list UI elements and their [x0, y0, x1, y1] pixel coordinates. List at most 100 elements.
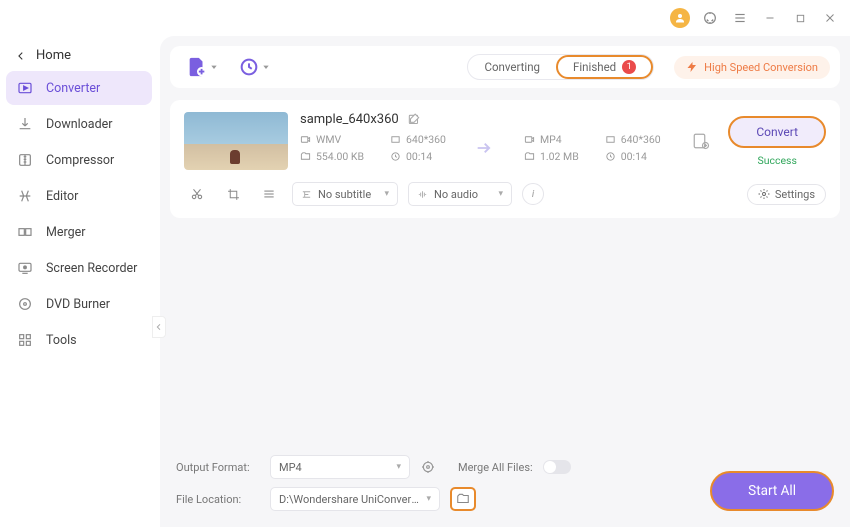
clock-icon: [390, 151, 401, 162]
src-size: 554.00 KB: [316, 150, 364, 163]
edit-filename-icon[interactable]: [407, 113, 421, 127]
bolt-icon: [686, 61, 698, 73]
recorder-icon: [16, 259, 34, 277]
arrow-right-icon: [472, 137, 498, 159]
src-res: 640*360: [406, 133, 446, 146]
subtitle-icon: [301, 189, 312, 200]
sidebar-item-label: Editor: [46, 189, 78, 204]
merger-icon: [16, 223, 34, 241]
folder-icon: [300, 151, 311, 162]
open-folder-button[interactable]: [450, 487, 476, 511]
sidebar-item-label: Converter: [46, 81, 100, 96]
subtitle-value: No subtitle: [318, 188, 371, 201]
compress-icon: [16, 151, 34, 169]
sidebar-item-converter[interactable]: Converter: [6, 71, 152, 105]
output-settings-icon[interactable]: [692, 132, 710, 150]
sidebar-item-label: Downloader: [46, 117, 113, 132]
tab-finished[interactable]: Finished 1: [556, 55, 653, 79]
download-icon: [16, 115, 34, 133]
sidebar-item-label: Tools: [46, 333, 77, 348]
tools-icon: [16, 331, 34, 349]
sidebar-item-label: Screen Recorder: [46, 261, 137, 276]
folder-icon: [524, 151, 535, 162]
file-location-value: D:\Wondershare UniConverter 1: [279, 493, 420, 506]
tab-converting[interactable]: Converting: [468, 56, 556, 78]
output-format-dropdown[interactable]: MP4 ▾: [270, 455, 410, 479]
tab-label: Converting: [484, 60, 540, 74]
high-speed-label: High Speed Conversion: [704, 61, 818, 74]
filename-label: sample_640x360: [300, 112, 399, 127]
footer-bar: Output Format: MP4 ▾ Merge All Files: Fi…: [170, 447, 840, 517]
toolbar: Converting Finished 1 High Speed Convers…: [170, 46, 840, 88]
chevron-down-icon: ▾: [426, 494, 431, 504]
output-format-value: MP4: [279, 461, 302, 474]
audio-value: No audio: [434, 188, 478, 201]
sidebar-item-label: Merger: [46, 225, 86, 240]
sidebar-item-merger[interactable]: Merger: [6, 215, 152, 249]
src-format: WMV: [316, 133, 341, 146]
back-home[interactable]: Home: [6, 42, 152, 69]
resolution-icon: [605, 134, 616, 145]
output-format-label: Output Format:: [176, 461, 260, 474]
add-url-button[interactable]: [232, 52, 276, 82]
chevron-down-icon: ▾: [396, 462, 401, 472]
chevron-down-icon: ▾: [384, 189, 389, 199]
main-panel: Converting Finished 1 High Speed Convers…: [160, 36, 850, 527]
file-location-dropdown[interactable]: D:\Wondershare UniConverter 1 ▾: [270, 487, 440, 511]
chevron-left-icon: [16, 51, 26, 61]
audio-icon: [417, 189, 428, 200]
trim-icon[interactable]: [184, 183, 210, 205]
dst-size: 1.02 MB: [540, 150, 579, 163]
merge-toggle[interactable]: [543, 460, 571, 474]
dvd-icon: [16, 295, 34, 313]
merge-label: Merge All Files:: [458, 461, 533, 474]
high-speed-button[interactable]: High Speed Conversion: [674, 56, 830, 79]
file-card: sample_640x360 WMV 554.00 KB 640*3: [170, 100, 840, 218]
sidebar-item-label: Compressor: [46, 153, 114, 168]
close-icon[interactable]: [820, 8, 840, 28]
dst-res: 640*360: [621, 133, 661, 146]
status-label: Success: [757, 154, 796, 167]
convert-button[interactable]: Convert: [728, 116, 826, 148]
sidebar-item-compressor[interactable]: Compressor: [6, 143, 152, 177]
format-settings-icon[interactable]: [420, 459, 436, 475]
info-icon[interactable]: i: [522, 183, 544, 205]
start-all-button[interactable]: Start All: [710, 471, 834, 511]
add-file-button[interactable]: [180, 52, 224, 82]
menu-icon[interactable]: [730, 8, 750, 28]
tab-label: Finished: [573, 60, 616, 74]
dst-format: MP4: [540, 133, 562, 146]
minimize-icon[interactable]: [760, 8, 780, 28]
chevron-down-icon: ▾: [498, 189, 503, 199]
crop-icon[interactable]: [220, 183, 246, 205]
support-icon[interactable]: [700, 8, 720, 28]
audio-dropdown[interactable]: No audio ▾: [408, 182, 512, 206]
sidebar-item-dvd-burner[interactable]: DVD Burner: [6, 287, 152, 321]
start-all-label: Start All: [748, 483, 796, 499]
finished-count-badge: 1: [622, 60, 636, 74]
sidebar-item-downloader[interactable]: Downloader: [6, 107, 152, 141]
src-duration: 00:14: [406, 150, 432, 163]
file-location-label: File Location:: [176, 493, 260, 506]
subtitle-dropdown[interactable]: No subtitle ▾: [292, 182, 398, 206]
settings-label: Settings: [775, 188, 815, 201]
dst-duration: 00:14: [621, 150, 647, 163]
sidebar-collapse-button[interactable]: [152, 316, 166, 338]
video-thumbnail[interactable]: [184, 112, 288, 170]
editor-icon: [16, 187, 34, 205]
titlebar: [0, 0, 850, 36]
sidebar-item-screen-recorder[interactable]: Screen Recorder: [6, 251, 152, 285]
avatar-icon[interactable]: [670, 8, 690, 28]
back-label: Home: [36, 48, 71, 63]
converter-icon: [16, 79, 34, 97]
sidebar: Home Converter Downloader Compressor Edi…: [0, 36, 160, 527]
sidebar-item-label: DVD Burner: [46, 297, 110, 312]
maximize-icon[interactable]: [790, 8, 810, 28]
status-tabs: Converting Finished 1: [467, 54, 654, 80]
settings-button[interactable]: Settings: [747, 184, 826, 205]
sidebar-item-editor[interactable]: Editor: [6, 179, 152, 213]
clock-icon: [605, 151, 616, 162]
effects-icon[interactable]: [256, 183, 282, 205]
sidebar-item-tools[interactable]: Tools: [6, 323, 152, 357]
resolution-icon: [390, 134, 401, 145]
